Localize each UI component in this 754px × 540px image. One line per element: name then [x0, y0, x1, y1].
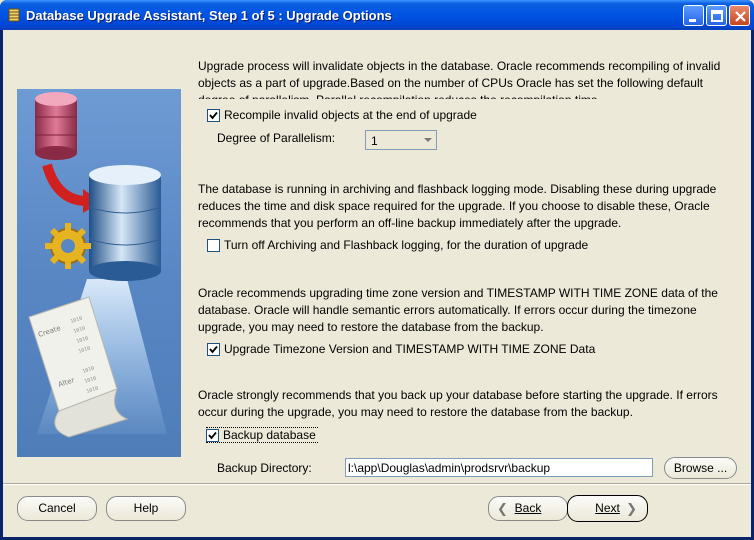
dbua-window: Database Upgrade Assistant, Step 1 of 5 … — [0, 0, 754, 540]
close-button[interactable] — [729, 5, 750, 26]
backup-description: Oracle strongly recommends that you back… — [198, 388, 718, 419]
checkbox-box[interactable] — [207, 108, 220, 122]
back-button[interactable]: ❮ Back — [488, 496, 568, 521]
dropdown-arrow-icon — [424, 138, 432, 142]
next-label: Next — [595, 501, 620, 515]
help-label: Help — [133, 501, 159, 515]
archiving-description: The database is running in archiving and… — [198, 182, 717, 230]
backup-label: Backup database — [223, 428, 316, 442]
footer-separator — [3, 483, 751, 485]
backup-directory-label: Backup Directory: — [217, 461, 312, 475]
blue-database-icon — [88, 165, 162, 281]
maximize-button[interactable] — [706, 5, 727, 26]
timezone-label: Upgrade Timezone Version and TIMESTAMP W… — [224, 342, 596, 356]
wizard-illustration: Create Alter 1010 1010 1010 1010 1010 10… — [17, 89, 181, 457]
recompile-checkbox[interactable]: Recompile invalid objects at the end of … — [207, 107, 477, 123]
browse-button[interactable]: Browse ... — [664, 457, 737, 479]
window-title: Database Upgrade Assistant, Step 1 of 5 … — [26, 8, 392, 23]
backup-directory-input[interactable]: l:\app\Douglas\admin\prodsrvr\backup — [345, 458, 653, 477]
cancel-label: Cancel — [38, 501, 76, 515]
back-label: Back — [514, 501, 542, 515]
cancel-button[interactable]: Cancel — [17, 496, 97, 521]
help-button[interactable]: Help — [106, 496, 186, 521]
checkbox-box[interactable] — [207, 238, 220, 252]
degree-value: 1 — [371, 134, 378, 148]
degree-of-parallelism-label: Degree of Parallelism: — [217, 131, 336, 145]
timezone-checkbox[interactable]: Upgrade Timezone Version and TIMESTAMP W… — [207, 341, 595, 357]
chevron-right-icon: ❯ — [626, 501, 637, 516]
next-button[interactable]: Next ❯ — [567, 495, 648, 522]
degree-of-parallelism-select[interactable]: 1 — [365, 130, 437, 150]
browse-label: Browse ... — [673, 461, 728, 475]
title-bar[interactable]: Database Upgrade Assistant, Step 1 of 5 … — [0, 0, 754, 30]
recompile-label: Recompile invalid objects at the end of … — [224, 108, 477, 122]
backup-checkbox[interactable]: Backup database — [206, 427, 318, 443]
dialog-body: Create Alter 1010 1010 1010 1010 1010 10… — [3, 30, 751, 537]
minimize-button[interactable] — [683, 5, 704, 26]
recompile-description: Upgrade process will invalidate objects … — [198, 59, 721, 99]
archiving-label: Turn off Archiving and Flashback logging… — [224, 238, 589, 252]
checkbox-box[interactable] — [206, 428, 219, 442]
archiving-checkbox[interactable]: Turn off Archiving and Flashback logging… — [207, 237, 588, 253]
timezone-description: Oracle recommends upgrading time zone ve… — [198, 286, 718, 334]
app-icon — [6, 7, 22, 23]
checkbox-box[interactable] — [207, 342, 220, 356]
chevron-left-icon: ❮ — [497, 501, 508, 516]
pink-database-icon — [35, 92, 77, 160]
